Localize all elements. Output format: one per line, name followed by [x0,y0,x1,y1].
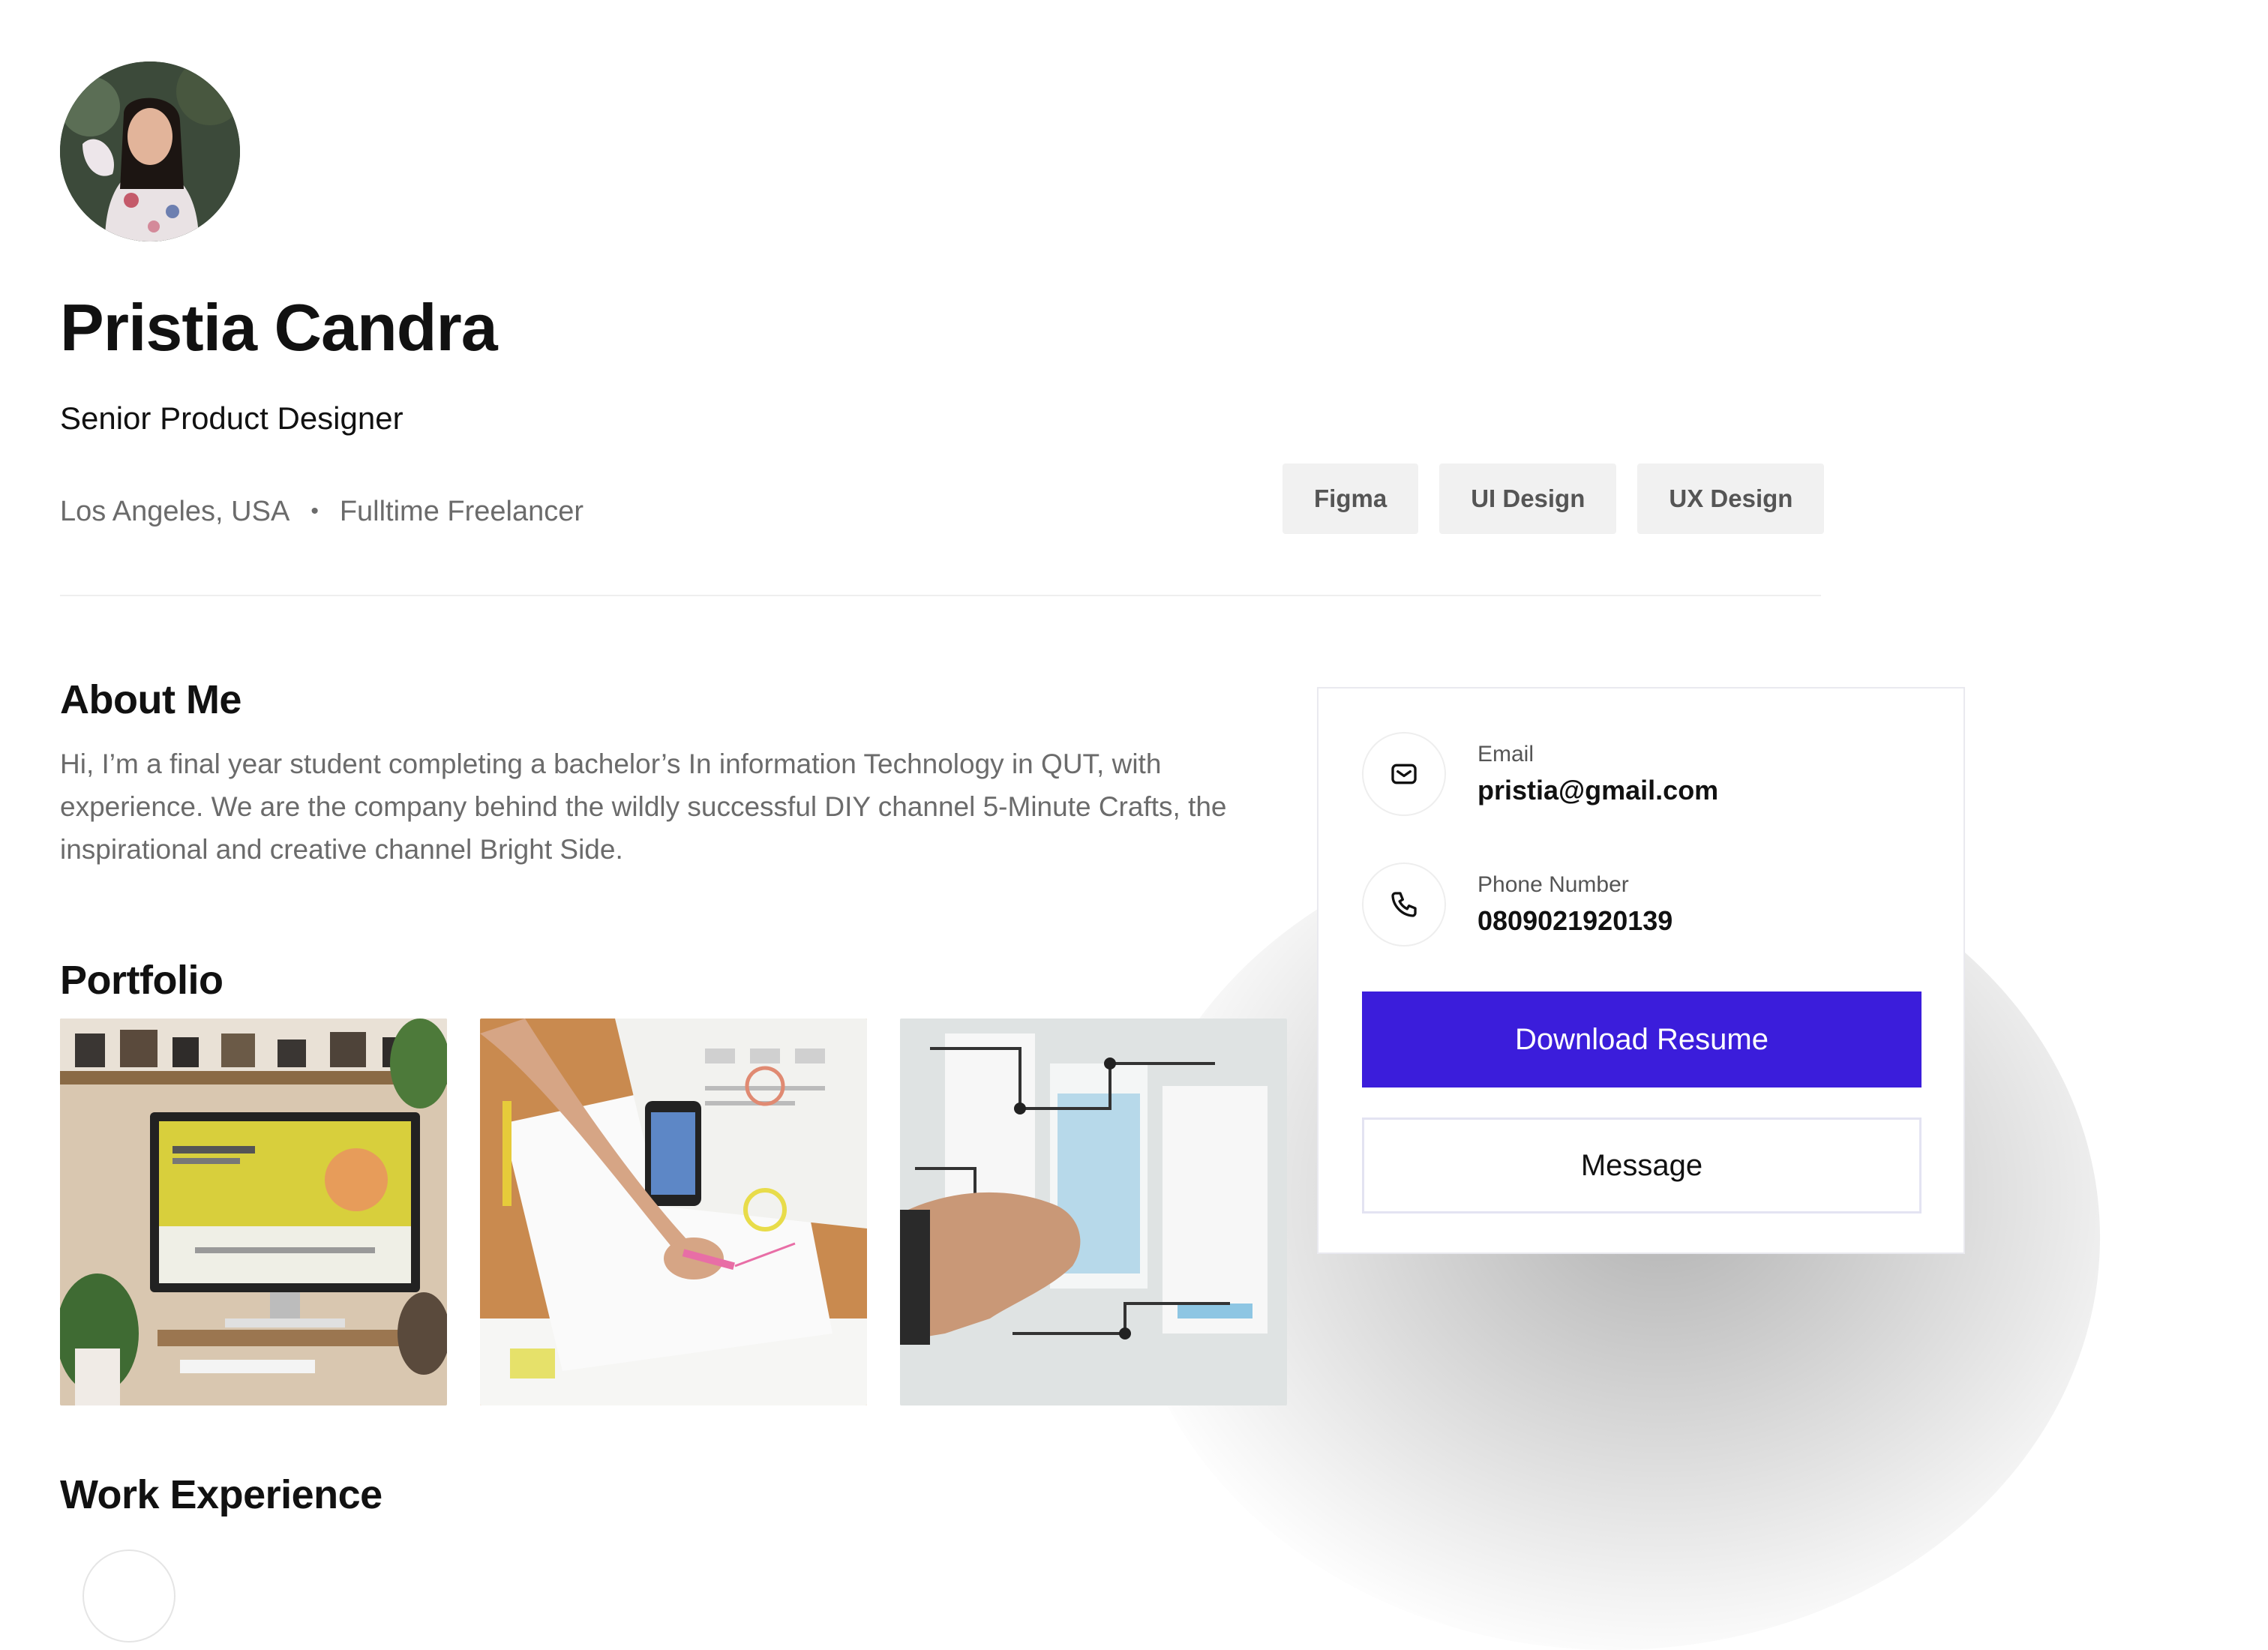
contact-email: Email pristia@gmail.com [1362,732,1718,816]
portfolio-title: Portfolio [60,958,224,1003]
portfolio-item-sketching[interactable] [480,1018,867,1406]
skill-tag-ux-design[interactable]: UX Design [1637,464,1825,534]
profile-location: Los Angeles, USA [60,496,290,527]
phone-icon [1362,862,1446,946]
profile-name: Pristia Candra [60,290,498,364]
header-divider [60,595,1821,596]
portfolio-item-desk-monitor[interactable] [60,1018,447,1406]
email-value[interactable]: pristia@gmail.com [1478,771,1718,810]
mail-icon [1362,732,1446,816]
avatar [60,62,240,242]
contact-phone: Phone Number 0809021920139 [1362,862,1672,946]
meta-separator: • [310,499,319,524]
skill-tag-figma[interactable]: Figma [1282,464,1419,534]
profile-employment: Fulltime Freelancer [339,496,584,527]
about-text: Hi, I’m a final year student completing … [60,748,1227,865]
skill-tag-ui-design[interactable]: UI Design [1439,464,1617,534]
work-company-logo [82,1550,176,1642]
skill-tags: Figma UI Design UX Design [1282,464,1825,534]
email-label: Email [1478,742,1534,766]
profile-meta: Los Angeles, USA • Fulltime Freelancer [60,489,584,534]
phone-label: Phone Number [1478,872,1629,897]
portfolio-grid [60,1018,1287,1406]
portfolio-item-wireframe-board[interactable] [900,1018,1287,1406]
about-title: About Me [60,677,242,722]
download-resume-button[interactable]: Download Resume [1362,992,1922,1088]
message-button[interactable]: Message [1362,1118,1922,1214]
contact-card: Email pristia@gmail.com Phone Number 080… [1317,687,1965,1254]
profile-role: Senior Product Designer [60,400,404,436]
phone-value[interactable]: 0809021920139 [1478,902,1672,940]
work-experience-title: Work Experience [60,1472,382,1517]
